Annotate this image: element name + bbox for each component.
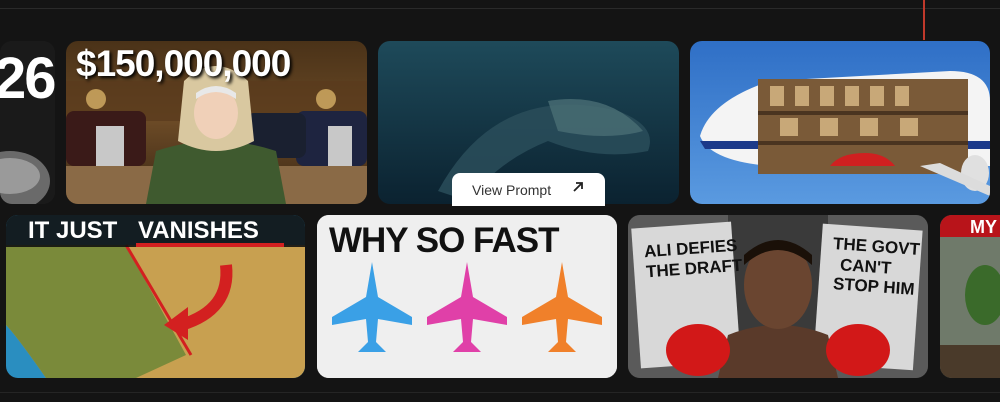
plane-thumbnail-image	[690, 41, 990, 204]
thumbnail-card-partial-my[interactable]: MY	[940, 215, 1000, 378]
bottom-divider	[0, 392, 1000, 393]
arrow-up-right-icon	[571, 180, 585, 199]
timeline-marker	[923, 0, 925, 40]
thumbnail-card-why-so-fast[interactable]: WHY SO FAST	[317, 215, 617, 378]
view-prompt-label: View Prompt	[472, 181, 552, 198]
view-prompt-button[interactable]: View Prompt	[452, 173, 605, 206]
thumbnail-card-ali-defies-draft[interactable]: ALI DEFIES THE DRAFT THE GOVT CAN'T STOP…	[628, 215, 928, 378]
plane-tail-text: 747	[724, 141, 738, 150]
thumbnail-card-it-just-vanishes[interactable]: IT JUST VANISHES	[6, 215, 305, 378]
thumbnail-title-part2: VANISHES	[138, 217, 259, 244]
thumbnail-title: WHY SO FAST	[329, 221, 559, 260]
thumbnail-text: 26	[0, 46, 55, 111]
thumbnail-title: $150,000,000	[76, 43, 291, 84]
plant-thumbnail-image	[940, 215, 1000, 378]
thumbnail-card-747-cutaway[interactable]: 747	[690, 41, 990, 204]
thumbnail-title-part1: IT JUST	[28, 217, 118, 244]
thumbnail-card-partial-26[interactable]: 26	[0, 41, 55, 204]
top-divider	[0, 8, 1000, 9]
thumbnail-card-queen-cars[interactable]: $150,000,000	[66, 41, 367, 204]
thumbnail-text: MY	[970, 217, 997, 237]
